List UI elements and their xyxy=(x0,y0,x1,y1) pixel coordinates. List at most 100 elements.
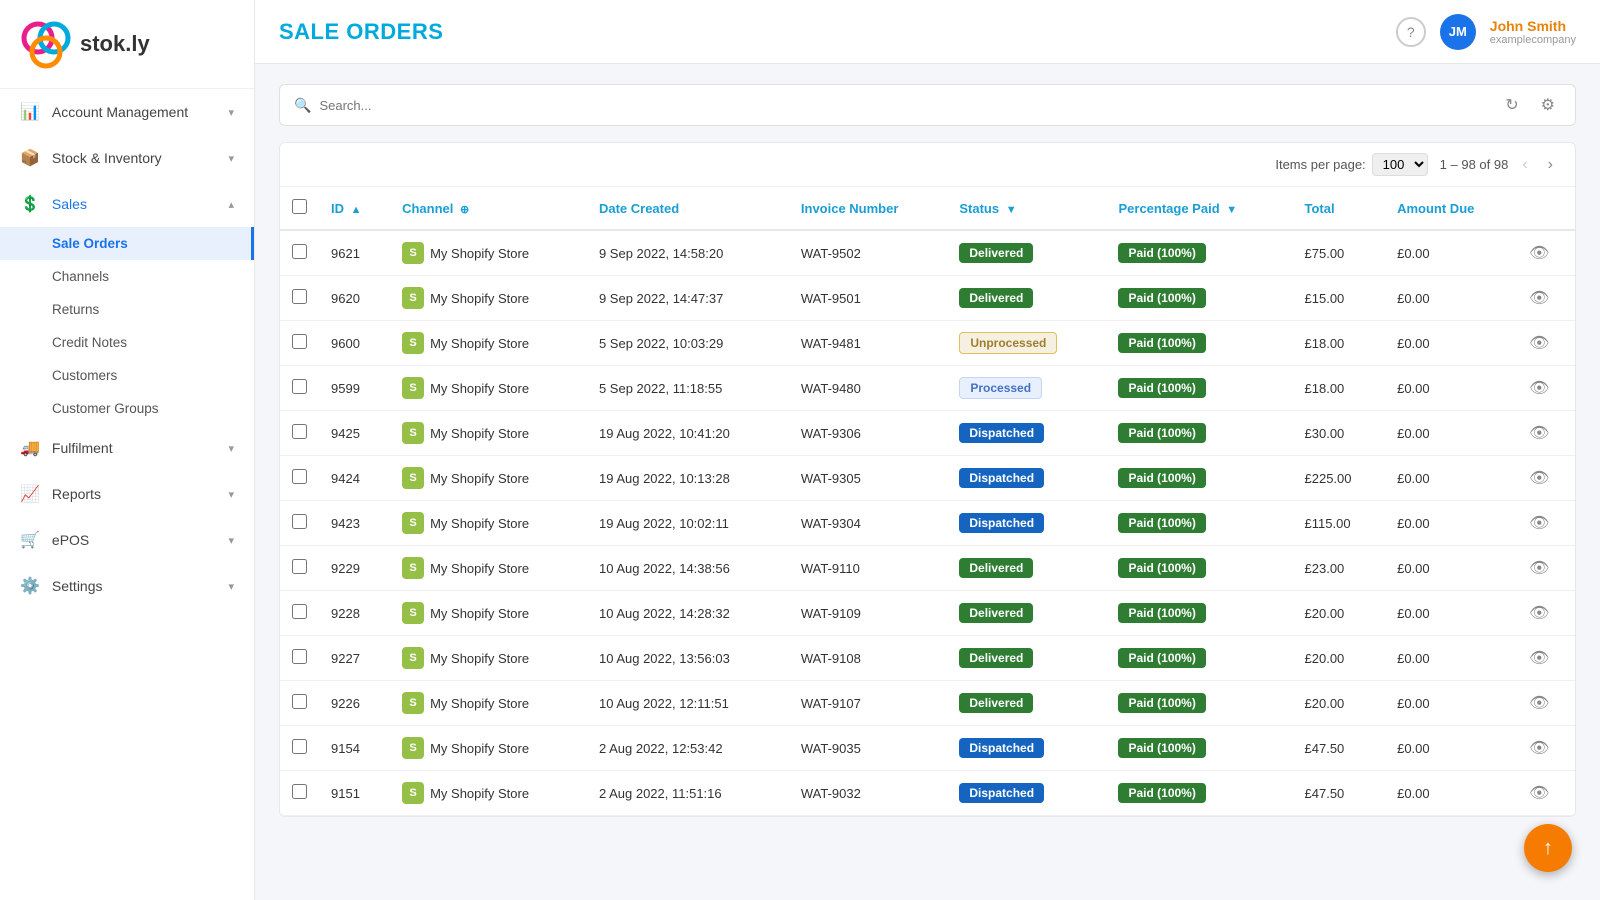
status-badge: Delivered xyxy=(959,693,1033,713)
col-total[interactable]: Total xyxy=(1293,187,1386,230)
status-badge: Dispatched xyxy=(959,468,1044,488)
view-order-button[interactable]: 👁 xyxy=(1529,288,1549,308)
sidebar-item-customers[interactable]: Customers xyxy=(0,359,254,392)
next-page-button[interactable]: › xyxy=(1542,154,1559,176)
avatar[interactable]: JM xyxy=(1440,14,1476,50)
row-amount-due: £0.00 xyxy=(1385,771,1517,816)
col-id[interactable]: ID ▲ xyxy=(319,187,390,230)
row-view-action: 👁 xyxy=(1517,726,1575,771)
row-view-action: 👁 xyxy=(1517,636,1575,681)
sidebar-item-returns[interactable]: Returns xyxy=(0,293,254,326)
row-paid: Paid (100%) xyxy=(1106,366,1292,411)
sidebar-item-fulfilment[interactable]: 🚚 Fulfilment ▾ xyxy=(0,425,254,471)
shopify-icon: S xyxy=(402,512,424,534)
status-badge: Dispatched xyxy=(959,513,1044,533)
view-order-button[interactable]: 👁 xyxy=(1529,378,1549,398)
sidebar-item-stock-inventory[interactable]: 📦 Stock & Inventory ▾ xyxy=(0,135,254,181)
select-all-checkbox[interactable] xyxy=(292,199,307,214)
row-checkbox[interactable] xyxy=(292,469,307,484)
row-checkbox[interactable] xyxy=(292,289,307,304)
col-percentage-paid[interactable]: Percentage Paid ▼ xyxy=(1106,187,1292,230)
row-checkbox[interactable] xyxy=(292,604,307,619)
row-checkbox[interactable] xyxy=(292,424,307,439)
row-invoice: WAT-9107 xyxy=(789,681,947,726)
items-per-page-select[interactable]: 100 50 25 xyxy=(1372,153,1428,176)
shopify-icon: S xyxy=(402,737,424,759)
row-invoice: WAT-9109 xyxy=(789,591,947,636)
row-date: 10 Aug 2022, 14:28:32 xyxy=(587,591,789,636)
row-checkbox[interactable] xyxy=(292,559,307,574)
sidebar-item-sale-orders[interactable]: Sale Orders xyxy=(0,227,254,260)
paid-badge: Paid (100%) xyxy=(1118,423,1205,443)
help-button[interactable]: ? xyxy=(1396,17,1426,47)
view-order-button[interactable]: 👁 xyxy=(1529,738,1549,758)
table-row: 9228 S My Shopify Store 10 Aug 2022, 14:… xyxy=(280,591,1575,636)
col-invoice[interactable]: Invoice Number xyxy=(789,187,947,230)
sidebar-item-settings[interactable]: ⚙️ Settings ▾ xyxy=(0,563,254,609)
row-channel: S My Shopify Store xyxy=(390,411,587,456)
row-checkbox[interactable] xyxy=(292,784,307,799)
search-input[interactable] xyxy=(319,98,1491,113)
paid-badge: Paid (100%) xyxy=(1118,558,1205,578)
sidebar-item-reports[interactable]: 📈 Reports ▾ xyxy=(0,471,254,517)
channel-name: My Shopify Store xyxy=(430,426,529,441)
view-order-button[interactable]: 👁 xyxy=(1529,558,1549,578)
row-view-action: 👁 xyxy=(1517,501,1575,546)
items-per-page-label: Items per page: xyxy=(1275,157,1365,172)
channel-name: My Shopify Store xyxy=(430,561,529,576)
col-channel[interactable]: Channel ⊕ xyxy=(390,187,587,230)
sidebar-item-account-management[interactable]: 📊 Account Management ▾ xyxy=(0,89,254,135)
epos-icon: 🛒 xyxy=(20,530,40,550)
row-checkbox[interactable] xyxy=(292,649,307,664)
sidebar-item-label: Settings xyxy=(52,578,103,594)
view-order-button[interactable]: 👁 xyxy=(1529,243,1549,263)
col-amount-due[interactable]: Amount Due xyxy=(1385,187,1517,230)
filter-icon: ⊕ xyxy=(460,204,469,216)
row-id: 9620 xyxy=(319,276,390,321)
row-paid: Paid (100%) xyxy=(1106,230,1292,276)
view-order-button[interactable]: 👁 xyxy=(1529,783,1549,803)
row-amount-due: £0.00 xyxy=(1385,636,1517,681)
sidebar-item-sales[interactable]: 💲 Sales ▴ xyxy=(0,181,254,227)
view-order-button[interactable]: 👁 xyxy=(1529,333,1549,353)
row-checkbox-cell xyxy=(280,771,319,816)
row-status: Dispatched xyxy=(947,726,1106,771)
sidebar-item-epos[interactable]: 🛒 ePOS ▾ xyxy=(0,517,254,563)
row-paid: Paid (100%) xyxy=(1106,636,1292,681)
main-content: SALE ORDERS ? JM John Smith examplecompa… xyxy=(255,0,1600,900)
refresh-button[interactable]: ↻ xyxy=(1499,93,1524,117)
view-order-button[interactable]: 👁 xyxy=(1529,603,1549,623)
col-status[interactable]: Status ▼ xyxy=(947,187,1106,230)
col-date[interactable]: Date Created xyxy=(587,187,789,230)
paid-badge: Paid (100%) xyxy=(1118,648,1205,668)
sidebar-item-channels[interactable]: Channels xyxy=(0,260,254,293)
table-row: 9621 S My Shopify Store 9 Sep 2022, 14:5… xyxy=(280,230,1575,276)
view-order-button[interactable]: 👁 xyxy=(1529,423,1549,443)
table-row: 9226 S My Shopify Store 10 Aug 2022, 12:… xyxy=(280,681,1575,726)
view-order-button[interactable]: 👁 xyxy=(1529,648,1549,668)
view-order-button[interactable]: 👁 xyxy=(1529,468,1549,488)
fulfilment-icon: 🚚 xyxy=(20,438,40,458)
row-checkbox[interactable] xyxy=(292,244,307,259)
sidebar-item-customer-groups[interactable]: Customer Groups xyxy=(0,392,254,425)
row-checkbox[interactable] xyxy=(292,514,307,529)
sidebar-item-credit-notes[interactable]: Credit Notes xyxy=(0,326,254,359)
row-checkbox[interactable] xyxy=(292,379,307,394)
settings-button[interactable]: ⚙ xyxy=(1535,93,1561,117)
view-order-button[interactable]: 👁 xyxy=(1529,693,1549,713)
row-total: £20.00 xyxy=(1293,636,1386,681)
logo-text: stok.ly xyxy=(80,31,150,57)
row-channel: S My Shopify Store xyxy=(390,636,587,681)
shopify-icon: S xyxy=(402,782,424,804)
row-channel: S My Shopify Store xyxy=(390,321,587,366)
channel-name: My Shopify Store xyxy=(430,336,529,351)
upload-fab-button[interactable]: ↑ xyxy=(1524,824,1572,872)
row-view-action: 👁 xyxy=(1517,230,1575,276)
channel-name: My Shopify Store xyxy=(430,696,529,711)
view-order-button[interactable]: 👁 xyxy=(1529,513,1549,533)
row-checkbox[interactable] xyxy=(292,334,307,349)
paid-badge: Paid (100%) xyxy=(1118,288,1205,308)
row-checkbox[interactable] xyxy=(292,739,307,754)
row-checkbox[interactable] xyxy=(292,694,307,709)
prev-page-button[interactable]: ‹ xyxy=(1516,154,1533,176)
